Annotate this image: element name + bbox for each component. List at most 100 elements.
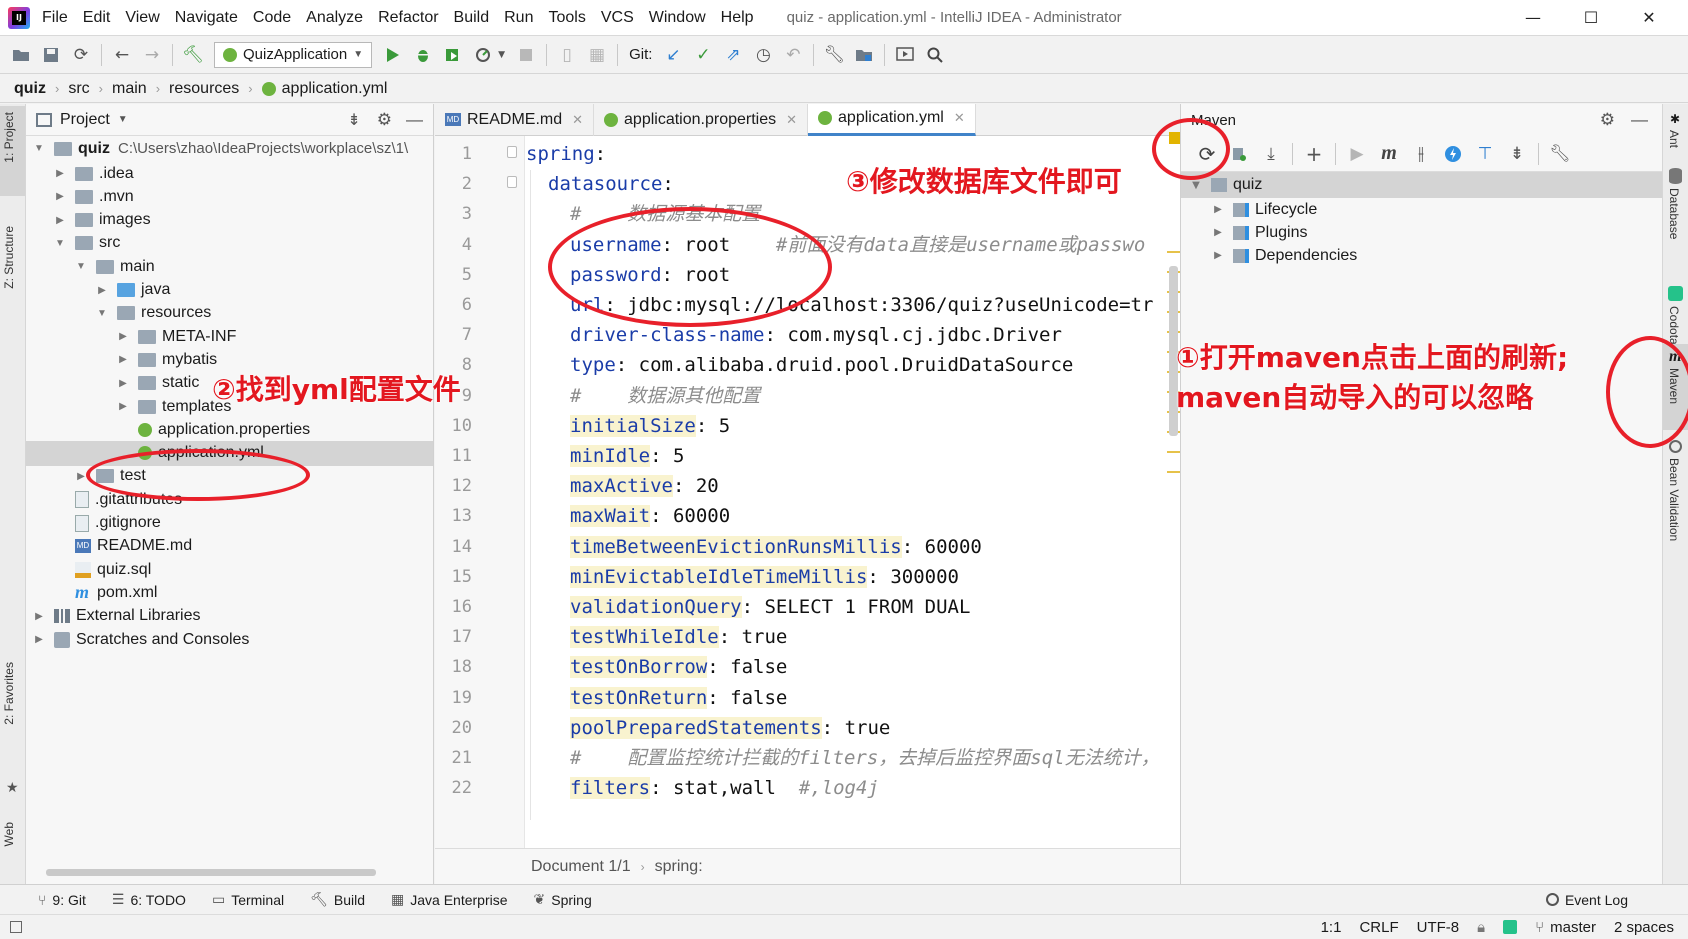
- project-tree-item[interactable]: application.properties: [26, 417, 433, 442]
- chevron-right-icon[interactable]: ▶: [116, 331, 130, 342]
- project-tree-item[interactable]: ▶ .mvn: [26, 184, 433, 209]
- project-tree-item[interactable]: ▶ External Libraries: [26, 604, 433, 629]
- search-icon[interactable]: [920, 40, 950, 70]
- menu-tools[interactable]: Tools: [548, 9, 585, 27]
- chevron-down-icon[interactable]: ▼: [53, 238, 67, 249]
- tool-window-button[interactable]: ❦ Spring: [534, 891, 592, 908]
- fold-marker-icon[interactable]: [507, 146, 517, 158]
- settings-wrench-icon[interactable]: 🔧︎: [819, 40, 849, 70]
- chevron-right-icon[interactable]: ▶: [95, 285, 109, 296]
- project-tree-item[interactable]: m pom.xml: [26, 580, 433, 605]
- run-icon[interactable]: [378, 40, 408, 70]
- project-tree-item[interactable]: ▼ main: [26, 254, 433, 279]
- add-maven-project-icon[interactable]: +: [1298, 142, 1330, 166]
- chevron-right-icon[interactable]: ▶: [32, 634, 46, 645]
- minimize-button[interactable]: —: [1510, 0, 1556, 36]
- project-tree-item[interactable]: ▶ .idea: [26, 161, 433, 186]
- chevron-down-icon[interactable]: ▼: [95, 308, 109, 319]
- collapse-all-icon[interactable]: ⇟: [347, 110, 360, 130]
- chevron-right-icon[interactable]: ▶: [53, 191, 67, 202]
- gear-icon[interactable]: ⚙: [1600, 110, 1615, 130]
- maven-tree-item[interactable]: ▶ Plugins: [1181, 221, 1662, 244]
- project-tree-item[interactable]: ▶ images: [26, 208, 433, 233]
- editor-tab[interactable]: application.properties ✕: [594, 103, 809, 136]
- ant-tool-tab[interactable]: Ant: [1667, 130, 1681, 148]
- execute-maven-goal-icon[interactable]: m: [1373, 142, 1405, 165]
- caret-position[interactable]: 1:1: [1321, 919, 1342, 936]
- close-button[interactable]: ✕: [1626, 0, 1672, 36]
- codota-status-icon[interactable]: [1503, 920, 1518, 934]
- run-with-coverage-icon[interactable]: [438, 40, 468, 70]
- run-maven-build-icon[interactable]: ▶: [1341, 144, 1373, 164]
- project-structure-folder-icon[interactable]: [849, 40, 879, 70]
- project-tool-tab-label[interactable]: 1: Project: [2, 112, 16, 163]
- chevron-down-icon[interactable]: ▼: [1189, 180, 1203, 191]
- maven-project-row[interactable]: ▼ quiz: [1181, 172, 1662, 198]
- maven-tree-item[interactable]: ▶ Dependencies: [1181, 244, 1662, 267]
- chevron-right-icon[interactable]: ▶: [53, 215, 67, 226]
- tool-window-button[interactable]: ▭ Terminal: [212, 891, 284, 908]
- menu-edit[interactable]: Edit: [83, 9, 111, 27]
- menu-vcs[interactable]: VCS: [601, 9, 634, 27]
- favorites-tool-tab[interactable]: 2: Favorites: [2, 662, 16, 725]
- tool-window-button[interactable]: 🔨︎ Build: [310, 891, 365, 908]
- lock-icon[interactable]: 🔒︎: [1477, 919, 1485, 936]
- project-tree-item[interactable]: ▼ src: [26, 231, 433, 256]
- chevron-right-icon[interactable]: ▶: [1211, 204, 1225, 215]
- bean-validation-tool-tab[interactable]: Bean Validation: [1667, 458, 1681, 541]
- tool-window-button[interactable]: ⑂ 9: Git: [38, 892, 86, 908]
- back-arrow-icon[interactable]: ←: [107, 40, 137, 70]
- chevron-right-icon[interactable]: ▶: [116, 401, 130, 412]
- skip-tests-icon[interactable]: [1437, 145, 1469, 163]
- structure-tool-tab[interactable]: Z: Structure: [2, 226, 16, 289]
- chevron-right-icon[interactable]: ▶: [1211, 227, 1225, 238]
- toggle-offline-mode-icon[interactable]: ⫲: [1405, 143, 1437, 164]
- run-configuration-select[interactable]: QuizApplication ▼: [214, 41, 373, 68]
- presentation-icon[interactable]: [890, 40, 920, 70]
- horizontal-scrollbar[interactable]: [46, 869, 376, 876]
- tool-window-button[interactable]: ▦ Java Enterprise: [391, 891, 508, 908]
- menu-refactor[interactable]: Refactor: [378, 9, 438, 27]
- show-dependencies-icon[interactable]: ⊤: [1469, 144, 1501, 164]
- project-view-title[interactable]: Project: [60, 111, 110, 129]
- maven-tree-item[interactable]: ▶ Lifecycle: [1181, 198, 1662, 221]
- chevron-down-icon[interactable]: ▼: [118, 114, 128, 125]
- database-tool-tab[interactable]: Database: [1667, 188, 1681, 239]
- chevron-right-icon[interactable]: ▶: [116, 378, 130, 389]
- project-tree-item[interactable]: ▶ META-INF: [26, 324, 433, 349]
- chevron-right-icon[interactable]: ▶: [32, 611, 46, 622]
- project-structure-icon[interactable]: ▦: [582, 40, 612, 70]
- profile-icon[interactable]: [468, 40, 498, 70]
- chevron-down-icon[interactable]: ▼: [74, 261, 88, 272]
- stop-icon[interactable]: [511, 40, 541, 70]
- rollback-icon[interactable]: ↶: [778, 40, 808, 70]
- line-separator[interactable]: CRLF: [1359, 919, 1398, 936]
- chevron-down-icon[interactable]: ▼: [498, 50, 505, 60]
- breadcrumb-item[interactable]: src: [68, 80, 89, 98]
- menu-help[interactable]: Help: [721, 9, 754, 27]
- chevron-right-icon[interactable]: ▶: [53, 168, 67, 179]
- forward-arrow-icon[interactable]: →: [137, 40, 167, 70]
- git-push-icon[interactable]: ⇗: [718, 40, 748, 70]
- event-log-button[interactable]: Event Log: [1545, 892, 1628, 908]
- menu-navigate[interactable]: Navigate: [175, 9, 238, 27]
- status-toggle-icon[interactable]: [10, 921, 22, 933]
- close-tab-icon[interactable]: ✕: [954, 110, 965, 126]
- editor-tab[interactable]: MD README.md ✕: [435, 103, 595, 136]
- attach-debugger-icon[interactable]: ▯: [552, 40, 582, 70]
- web-tool-tab[interactable]: Web: [2, 822, 16, 846]
- tool-window-button[interactable]: ☰ 6: TODO: [112, 891, 186, 908]
- editor-scroll-markers[interactable]: [1167, 132, 1181, 848]
- maximize-button[interactable]: ☐: [1568, 0, 1614, 36]
- fold-marker-icon[interactable]: [507, 176, 517, 189]
- menu-window[interactable]: Window: [649, 9, 706, 27]
- history-clock-icon[interactable]: ◷: [748, 40, 778, 70]
- chevron-right-icon[interactable]: ▶: [116, 354, 130, 365]
- chevron-down-icon[interactable]: ▼: [32, 143, 46, 154]
- project-tree-item[interactable]: MD README.md: [26, 534, 433, 559]
- download-sources-icon[interactable]: ⤓: [1255, 144, 1287, 164]
- breadcrumb-item[interactable]: quiz: [14, 80, 46, 98]
- maven-settings-wrench-icon[interactable]: 🔧︎: [1544, 144, 1576, 164]
- project-tree-item[interactable]: ▼ resources: [26, 301, 433, 326]
- menu-run[interactable]: Run: [504, 9, 533, 27]
